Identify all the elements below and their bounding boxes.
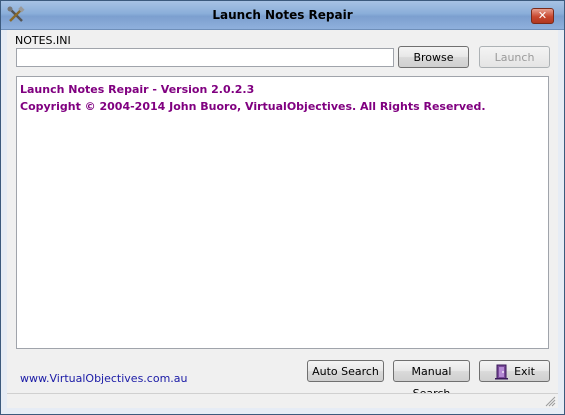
- version-line: Launch Notes Repair - Version 2.0.2.3: [20, 83, 255, 96]
- exit-label: Exit: [514, 365, 535, 378]
- output-log: Launch Notes Repair - Version 2.0.2.3 Co…: [16, 76, 549, 349]
- exit-button[interactable]: Exit: [479, 360, 550, 382]
- window-title: Launch Notes Repair: [212, 8, 353, 22]
- exit-door-icon: [495, 364, 509, 380]
- resize-grip-icon[interactable]: [545, 396, 556, 407]
- title-bar[interactable]: Launch Notes Repair ✕: [1, 1, 564, 30]
- launch-button[interactable]: Launch: [479, 46, 550, 68]
- auto-search-button[interactable]: Auto Search: [307, 360, 384, 382]
- manual-search-button[interactable]: Manual Search: [393, 360, 470, 400]
- close-button[interactable]: ✕: [531, 8, 554, 24]
- status-bar: [7, 393, 558, 408]
- app-window: Launch Notes Repair ✕ NOTES.INI Browse L…: [0, 0, 565, 415]
- browse-button[interactable]: Browse: [398, 46, 469, 68]
- notes-ini-label: NOTES.INI: [15, 34, 71, 47]
- notes-ini-path-input[interactable]: [16, 48, 394, 67]
- copyright-line: Copyright © 2004-2014 John Buoro, Virtua…: [20, 100, 486, 113]
- client-area: NOTES.INI Browse Launch Launch Notes Rep…: [7, 30, 558, 408]
- website-link[interactable]: www.VirtualObjectives.com.au: [20, 372, 188, 385]
